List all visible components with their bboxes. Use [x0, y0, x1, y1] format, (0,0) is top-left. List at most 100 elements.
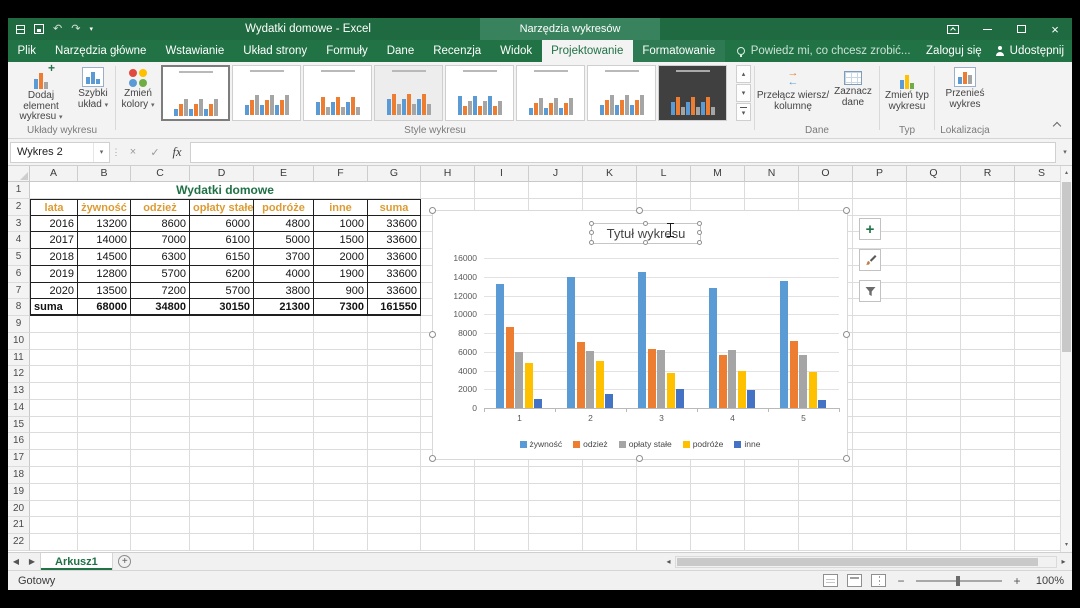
cell-P20[interactable] [853, 501, 907, 518]
cell-O19[interactable] [799, 484, 853, 501]
row-header-9[interactable]: 9 [8, 316, 30, 333]
chart-bar-odziez-1[interactable] [506, 327, 514, 408]
sheet-tab-arkusz1[interactable]: Arkusz1 [40, 553, 113, 570]
cell-A3[interactable]: 2016 [30, 216, 78, 233]
insert-function-button[interactable]: fx [166, 145, 188, 160]
cell-P1[interactable] [853, 182, 907, 199]
cell-D7[interactable]: 5700 [190, 283, 254, 300]
chart-bar-inne-4[interactable] [747, 390, 755, 408]
cell-F3[interactable]: 1000 [314, 216, 368, 233]
cell-Q11[interactable] [907, 350, 961, 367]
horizontal-scrollbar[interactable]: ◂ ▸ [662, 553, 1072, 570]
horizontal-scroll-thumb[interactable] [677, 558, 1038, 566]
cell-C9[interactable] [131, 316, 190, 333]
cell-C18[interactable] [131, 467, 190, 484]
chart-bar-podroze-4[interactable] [738, 371, 746, 409]
chart-bar-odziez-3[interactable] [648, 349, 656, 408]
chart-bar-zywnosc-2[interactable] [567, 277, 575, 408]
cell-H18[interactable] [421, 467, 475, 484]
chart-bar-odziez-5[interactable] [790, 341, 798, 409]
column-header-C[interactable]: C [131, 166, 190, 182]
legend-item-oplaty-stale[interactable]: opłaty stałe [619, 439, 672, 449]
row-header-21[interactable]: 21 [8, 517, 30, 534]
row-header-6[interactable]: 6 [8, 266, 30, 283]
chart-bar-zywnosc-3[interactable] [638, 272, 646, 408]
cell-D20[interactable] [190, 501, 254, 518]
cell-N22[interactable] [745, 534, 799, 551]
chart-elements-button[interactable]: + [859, 218, 881, 240]
cell-E8[interactable]: 21300 [254, 299, 314, 316]
cell-G3[interactable]: 33600 [368, 216, 421, 233]
cell-Q22[interactable] [907, 534, 961, 551]
cell-P13[interactable] [853, 383, 907, 400]
cell-D9[interactable] [190, 316, 254, 333]
cell-D3[interactable]: 6000 [190, 216, 254, 233]
chart-filters-button[interactable] [859, 280, 881, 302]
undo-icon[interactable]: ↶ [53, 24, 62, 35]
cell-M20[interactable] [691, 501, 745, 518]
cell-N1[interactable] [745, 182, 799, 199]
cell-A4[interactable]: 2017 [30, 232, 78, 249]
cell-P2[interactable] [853, 199, 907, 216]
tab-dane[interactable]: Dane [377, 40, 424, 62]
cell-A16[interactable] [30, 433, 78, 450]
cell-B16[interactable] [78, 433, 131, 450]
cell-J18[interactable] [529, 467, 583, 484]
chart-bar-oplaty-stale-1[interactable] [515, 352, 523, 408]
row-header-16[interactable]: 16 [8, 433, 30, 450]
cell-C20[interactable] [131, 501, 190, 518]
row-header-2[interactable]: 2 [8, 199, 30, 216]
tab-wstawianie[interactable]: Wstawianie [156, 40, 234, 62]
cell-I20[interactable] [475, 501, 529, 518]
cell-C6[interactable]: 5700 [131, 266, 190, 283]
cell-R10[interactable] [961, 333, 1015, 350]
cell-A6[interactable]: 2019 [30, 266, 78, 283]
cell-Q18[interactable] [907, 467, 961, 484]
formula-input[interactable] [190, 142, 1056, 163]
cell-F8[interactable]: 7300 [314, 299, 368, 316]
row-header-3[interactable]: 3 [8, 216, 30, 233]
row-header-20[interactable]: 20 [8, 501, 30, 518]
cell-B4[interactable]: 14000 [78, 232, 131, 249]
row-header-14[interactable]: 14 [8, 400, 30, 417]
share-button[interactable]: Udostępnij [995, 45, 1064, 57]
cell-B8[interactable]: 68000 [78, 299, 131, 316]
cell-M21[interactable] [691, 517, 745, 534]
change-chart-type-button[interactable]: Zmień typ wykresu [883, 65, 931, 112]
cell-R11[interactable] [961, 350, 1015, 367]
row-header-10[interactable]: 10 [8, 333, 30, 350]
legend-item-podroze[interactable]: podróże [683, 439, 724, 449]
cell-E20[interactable] [254, 501, 314, 518]
vertical-scrollbar[interactable]: ▴ ▾ [1060, 166, 1072, 552]
cell-E5[interactable]: 3700 [254, 249, 314, 266]
cell-G14[interactable] [368, 400, 421, 417]
cell-J1[interactable] [529, 182, 583, 199]
cell-F10[interactable] [314, 333, 368, 350]
sign-in-button[interactable]: Zaloguj się [926, 45, 982, 57]
cell-B12[interactable] [78, 366, 131, 383]
change-colors-button[interactable]: Zmień kolory ▾ [117, 65, 159, 111]
column-header-I[interactable]: I [475, 166, 529, 182]
page-break-view-button[interactable] [871, 574, 886, 587]
chart-bar-oplaty-stale-3[interactable] [657, 350, 665, 408]
row-header-22[interactable]: 22 [8, 534, 30, 551]
cell-A17[interactable] [30, 450, 78, 467]
cell-C10[interactable] [131, 333, 190, 350]
column-header-B[interactable]: B [78, 166, 131, 182]
cell-Q4[interactable] [907, 232, 961, 249]
cell-D2[interactable]: opłaty stałe [190, 199, 254, 216]
tab-recenzja[interactable]: Recenzja [424, 40, 491, 62]
cell-R20[interactable] [961, 501, 1015, 518]
chart-styles-button[interactable] [859, 249, 881, 271]
cell-C2[interactable]: odzież [131, 199, 190, 216]
tab-plik[interactable]: Plik [8, 40, 46, 62]
cell-I18[interactable] [475, 467, 529, 484]
row-header-4[interactable]: 4 [8, 232, 30, 249]
column-header-M[interactable]: M [691, 166, 745, 182]
chart-style-thumbnail-4[interactable] [374, 65, 443, 121]
qat-customize-icon[interactable]: ▾ [89, 26, 93, 33]
cell-D14[interactable] [190, 400, 254, 417]
row-header-18[interactable]: 18 [8, 467, 30, 484]
chart-style-thumbnail-2[interactable] [232, 65, 301, 121]
zoom-slider-thumb[interactable] [956, 576, 960, 586]
